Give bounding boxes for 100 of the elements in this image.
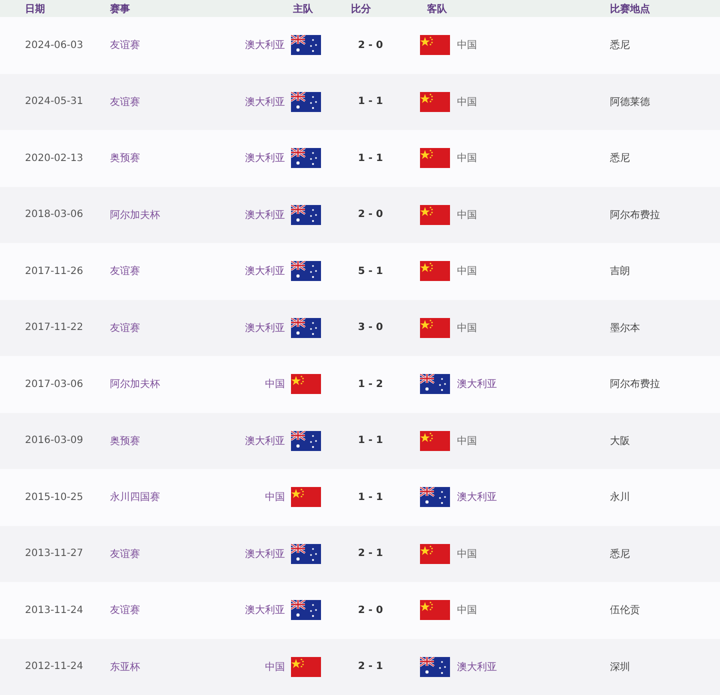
flag-icon xyxy=(291,374,321,394)
date-cell-text: 2013-11-27 xyxy=(25,548,84,560)
flag-icon xyxy=(420,35,450,56)
venue-cell-text: 墨尔本 xyxy=(610,322,641,335)
flag-icon xyxy=(420,148,450,168)
flag-icon xyxy=(420,600,450,620)
date-cell-text: 2017-03-06 xyxy=(25,378,84,390)
competition-link[interactable]: 奥预赛 xyxy=(110,434,140,448)
team-name: 澳大利亚 xyxy=(245,322,285,335)
team-name: 中国 xyxy=(457,548,477,561)
score-cell: 1 - 2 xyxy=(358,378,384,390)
team-name: 中国 xyxy=(265,378,285,392)
competition-link[interactable]: 永川四国赛 xyxy=(110,490,160,504)
venue-cell-text: 阿尔布费拉 xyxy=(610,208,661,222)
flag-icon xyxy=(291,318,321,338)
flag-icon xyxy=(420,656,450,677)
flag-icon xyxy=(291,600,321,620)
venue-cell-text: 悉尼 xyxy=(610,152,631,166)
venue-cell-text: 深圳 xyxy=(610,660,631,674)
venue-cell-text: 伍伦贡 xyxy=(610,604,641,618)
venue-cell-text: 大阪 xyxy=(610,434,631,448)
date-cell-text: 2024-05-31 xyxy=(25,96,84,108)
team-name: 澳大利亚 xyxy=(245,208,285,222)
date-cell-text: 2013-11-24 xyxy=(25,604,84,616)
venue-cell-text: 悉尼 xyxy=(610,38,631,52)
flag-icon xyxy=(420,204,450,225)
competition-link[interactable]: 友谊赛 xyxy=(110,38,140,52)
date-cell-text: 2015-10-25 xyxy=(25,492,84,503)
score-cell: 3 - 0 xyxy=(358,322,384,334)
flag-icon xyxy=(420,430,450,451)
venue-cell-text: 阿德莱德 xyxy=(610,96,651,109)
team-name: 中国 xyxy=(265,490,285,504)
score-cell: 1 - 1 xyxy=(358,492,384,503)
team-name: 中国 xyxy=(457,434,477,448)
team-name: 澳大利亚 xyxy=(245,604,285,618)
column-header: 客队 xyxy=(427,2,447,16)
team-name: 澳大利亚 xyxy=(245,96,285,109)
column-header: 主队 xyxy=(293,2,313,16)
score-cell: 2 - 1 xyxy=(358,548,384,560)
flag-icon xyxy=(420,487,450,508)
venue-cell-text: 吉朗 xyxy=(610,264,631,278)
date-cell-text: 2017-11-26 xyxy=(25,266,84,277)
team-name: 澳大利亚 xyxy=(245,152,285,166)
competition-link[interactable]: 友谊赛 xyxy=(110,546,140,561)
team-name: 澳大利亚 xyxy=(245,264,285,278)
column-header: 比分 xyxy=(351,2,371,16)
column-header: 比赛地点 xyxy=(610,2,651,16)
venue-cell-text: 永川 xyxy=(610,490,631,504)
date-cell-text: 2018-03-06 xyxy=(25,209,84,220)
score-cell: 2 - 0 xyxy=(358,40,384,51)
date-cell-text: 2012-11-24 xyxy=(25,661,84,672)
competition-link[interactable]: 东亚杯 xyxy=(110,660,140,674)
competition-link[interactable]: 阿尔加夫杯 xyxy=(110,377,160,392)
competition-link[interactable]: 友谊赛 xyxy=(110,94,140,109)
flag-icon xyxy=(420,261,450,282)
score-cell: 2 - 0 xyxy=(358,209,384,220)
flag-icon xyxy=(291,261,321,282)
team-name: 中国 xyxy=(457,96,477,109)
date-cell-text: 2020-02-13 xyxy=(25,152,84,164)
flag-icon xyxy=(291,204,321,225)
column-header: 赛事 xyxy=(110,2,131,16)
score-cell: 2 - 0 xyxy=(358,604,384,616)
team-name: 中国 xyxy=(457,38,477,52)
score-cell: 1 - 1 xyxy=(358,435,384,446)
venue-cell-text: 阿尔布费拉 xyxy=(610,378,661,392)
competition-link[interactable]: 奥预赛 xyxy=(110,151,140,166)
flag-icon xyxy=(291,92,321,112)
score-cell: 5 - 1 xyxy=(358,266,384,277)
flag-icon xyxy=(291,544,321,564)
team-name: 澳大利亚 xyxy=(457,378,497,392)
team-name: 中国 xyxy=(457,208,477,222)
flag-icon xyxy=(420,544,450,564)
team-name: 澳大利亚 xyxy=(245,548,285,561)
team-name: 中国 xyxy=(265,660,285,674)
flag-icon xyxy=(291,35,321,56)
date-cell-text: 2016-03-09 xyxy=(25,435,84,446)
competition-link[interactable]: 友谊赛 xyxy=(110,320,140,335)
score-cell: 2 - 1 xyxy=(358,661,384,672)
competition-link[interactable]: 阿尔加夫杯 xyxy=(110,208,160,222)
flag-icon xyxy=(420,374,450,394)
competition-link[interactable]: 友谊赛 xyxy=(110,264,140,278)
team-name: 澳大利亚 xyxy=(245,38,285,52)
flag-icon xyxy=(420,318,450,338)
flag-icon xyxy=(291,656,321,677)
team-name: 澳大利亚 xyxy=(457,490,497,504)
competition-link[interactable]: 友谊赛 xyxy=(110,603,140,618)
team-name: 澳大利亚 xyxy=(245,434,285,448)
flag-icon xyxy=(291,148,321,168)
date-cell-text: 2024-06-03 xyxy=(25,40,84,51)
score-cell: 1 - 1 xyxy=(358,152,384,164)
team-name: 中国 xyxy=(457,322,477,335)
score-cell: 1 - 1 xyxy=(358,96,384,108)
flag-icon xyxy=(291,430,321,451)
team-name: 澳大利亚 xyxy=(457,660,497,674)
venue-cell-text: 悉尼 xyxy=(610,548,631,561)
column-header: 日期 xyxy=(25,2,46,16)
date-cell-text: 2017-11-22 xyxy=(25,322,84,334)
team-name: 中国 xyxy=(457,264,477,278)
team-name: 中国 xyxy=(457,152,477,166)
flag-icon xyxy=(420,92,450,112)
